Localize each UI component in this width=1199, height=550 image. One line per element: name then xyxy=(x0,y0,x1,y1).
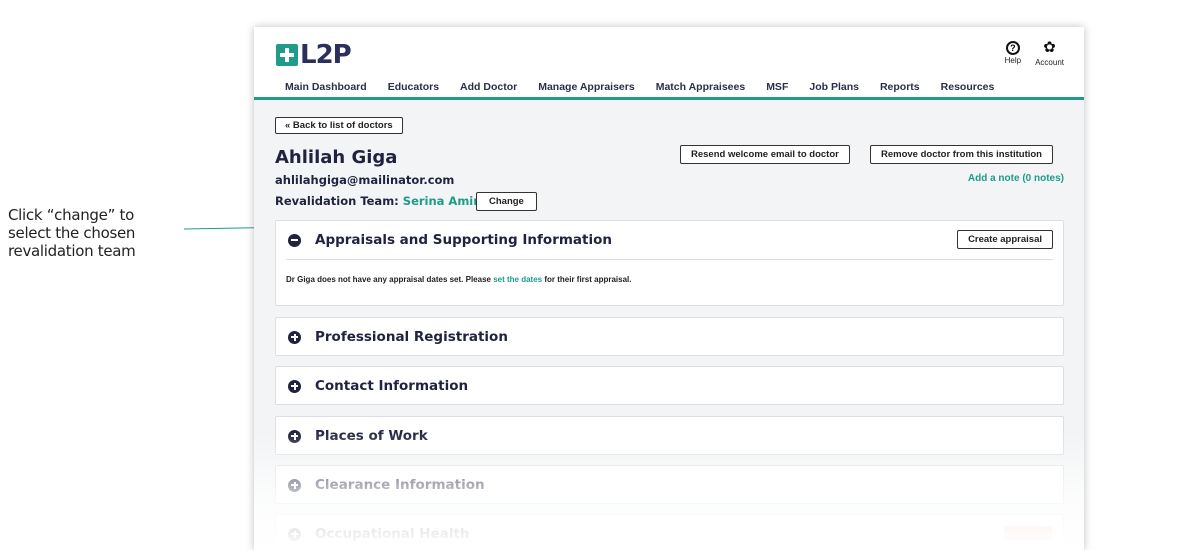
doctor-email: ahlilahgiga@mailinator.com xyxy=(275,173,455,187)
nav-add-doctor[interactable]: Add Doctor xyxy=(460,81,517,93)
logo-text: L2P xyxy=(300,40,352,70)
contact-information-panel[interactable]: Contact Information xyxy=(275,366,1064,405)
collapse-icon xyxy=(288,233,301,247)
nav-match-appraisees[interactable]: Match Appraisees xyxy=(656,81,745,93)
occupational-health-title: Occupational Health xyxy=(315,526,470,542)
nav-msf[interactable]: MSF xyxy=(766,81,788,93)
logo[interactable]: L2P xyxy=(276,40,352,70)
remove-doctor-button[interactable]: Remove doctor from this institution xyxy=(870,145,1053,164)
annotation-text: Click “change” to select the chosen reva… xyxy=(8,206,178,260)
change-revalidation-button[interactable]: Change xyxy=(476,192,537,211)
appraisals-message-end: for their first appraisal. xyxy=(542,275,632,284)
clearance-information-header[interactable]: Clearance Information xyxy=(276,466,1063,504)
set-dates-link[interactable]: set the dates xyxy=(493,275,542,284)
appraisals-panel-body: Dr Giga does not have any appraisal date… xyxy=(276,260,1063,284)
app-header: L2P ? Help ✿ Account Main Dashboard Educ… xyxy=(254,27,1084,100)
resend-welcome-email-button[interactable]: Resend welcome email to doctor xyxy=(680,145,850,164)
occupational-health-header[interactable]: Occupational Health xyxy=(276,515,1063,550)
help-label: Help xyxy=(1004,56,1022,65)
account-label: Account xyxy=(1035,58,1064,67)
help-button[interactable]: ? Help xyxy=(1005,40,1021,67)
status-badge xyxy=(1004,526,1052,540)
professional-registration-panel[interactable]: Professional Registration xyxy=(275,317,1064,356)
revalidation-label: Revalidation Team: xyxy=(275,194,399,208)
appraisals-panel: Appraisals and Supporting Information Cr… xyxy=(275,220,1064,306)
occupational-health-panel[interactable]: Occupational Health xyxy=(275,514,1064,550)
professional-registration-title: Professional Registration xyxy=(315,329,508,345)
nav-educators[interactable]: Educators xyxy=(388,81,439,93)
revalidation-value: Serina Amin xyxy=(402,194,482,208)
main-nav: Main Dashboard Educators Add Doctor Mana… xyxy=(285,81,1015,93)
gear-icon: ✿ xyxy=(1043,39,1056,56)
annotation-line-2: select the chosen xyxy=(8,224,136,242)
expand-icon xyxy=(288,379,301,393)
expand-icon xyxy=(288,478,301,492)
nav-job-plans[interactable]: Job Plans xyxy=(809,81,859,93)
places-of-work-panel[interactable]: Places of Work xyxy=(275,416,1064,455)
places-of-work-title: Places of Work xyxy=(315,428,428,444)
back-to-doctors-button[interactable]: « Back to list of doctors xyxy=(275,117,403,134)
nav-main-dashboard[interactable]: Main Dashboard xyxy=(285,81,367,93)
add-note-link[interactable]: Add a note (0 notes) xyxy=(968,173,1064,184)
contact-information-header[interactable]: Contact Information xyxy=(276,367,1063,405)
annotation-line-3: revalidation team xyxy=(8,242,136,260)
contact-information-title: Contact Information xyxy=(315,378,469,394)
appraisals-message-start: Dr Giga does not have any appraisal date… xyxy=(286,275,494,284)
medical-cross-icon xyxy=(276,44,298,66)
account-button[interactable]: ✿ Account xyxy=(1035,39,1064,68)
nav-resources[interactable]: Resources xyxy=(941,81,995,93)
annotation-line-1: Click “change” to xyxy=(8,206,134,224)
create-appraisal-button[interactable]: Create appraisal xyxy=(957,230,1053,249)
places-of-work-header[interactable]: Places of Work xyxy=(276,417,1063,455)
app-window: L2P ? Help ✿ Account Main Dashboard Educ… xyxy=(254,27,1084,550)
expand-icon xyxy=(288,527,301,541)
clearance-information-panel[interactable]: Clearance Information xyxy=(275,465,1064,504)
appraisals-panel-header[interactable]: Appraisals and Supporting Information xyxy=(276,221,1063,259)
doctor-name: Ahlilah Giga xyxy=(275,147,398,168)
clearance-information-title: Clearance Information xyxy=(315,477,485,493)
professional-registration-header[interactable]: Professional Registration xyxy=(276,318,1063,356)
question-circle-icon: ? xyxy=(1005,41,1020,55)
expand-icon xyxy=(288,330,301,344)
expand-icon xyxy=(288,429,301,443)
appraisals-panel-title: Appraisals and Supporting Information xyxy=(315,232,612,248)
revalidation-team: Revalidation Team: Serina Amin xyxy=(275,194,481,208)
header-actions: ? Help ✿ Account xyxy=(1005,39,1064,68)
nav-manage-appraisers[interactable]: Manage Appraisers xyxy=(538,81,634,93)
nav-reports[interactable]: Reports xyxy=(880,81,920,93)
